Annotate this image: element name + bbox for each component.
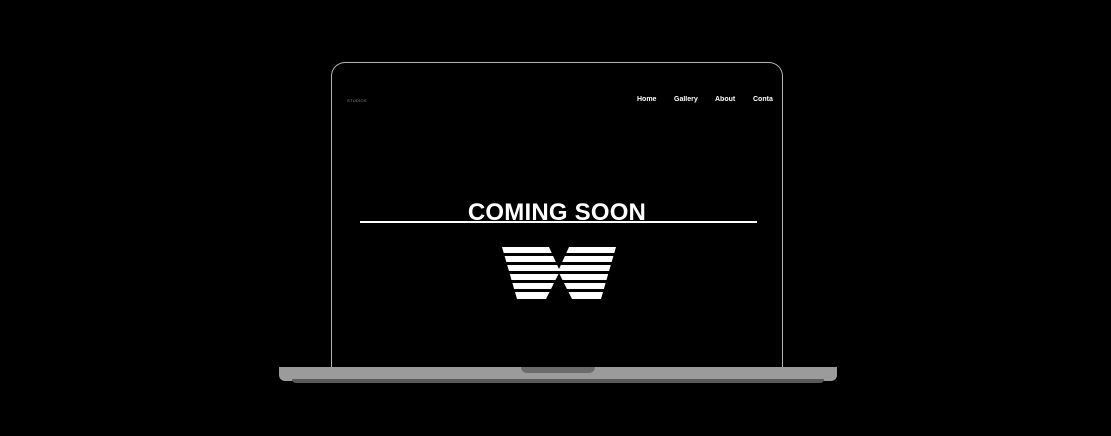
- laptop-notch: [521, 367, 595, 373]
- nav-link-home[interactable]: Home: [637, 96, 656, 103]
- website-preview: STUDIOS Home Gallery About Conta COMING …: [332, 63, 782, 368]
- stage: STUDIOS Home Gallery About Conta COMING …: [0, 0, 1111, 436]
- coming-soon-heading: COMING SOON: [467, 199, 647, 227]
- laptop-screen-frame: STUDIOS Home Gallery About Conta COMING …: [331, 62, 783, 368]
- nav-link-contact[interactable]: Conta: [753, 96, 773, 103]
- top-navigation: Home Gallery About Conta: [637, 96, 776, 106]
- brand-logo-text[interactable]: STUDIOS: [347, 98, 367, 103]
- laptop-base-shadow: [292, 379, 824, 383]
- nav-link-about[interactable]: About: [715, 96, 735, 103]
- heading-divider: [360, 221, 757, 223]
- striped-w-logo-icon: [502, 247, 616, 299]
- nav-link-gallery[interactable]: Gallery: [674, 96, 698, 103]
